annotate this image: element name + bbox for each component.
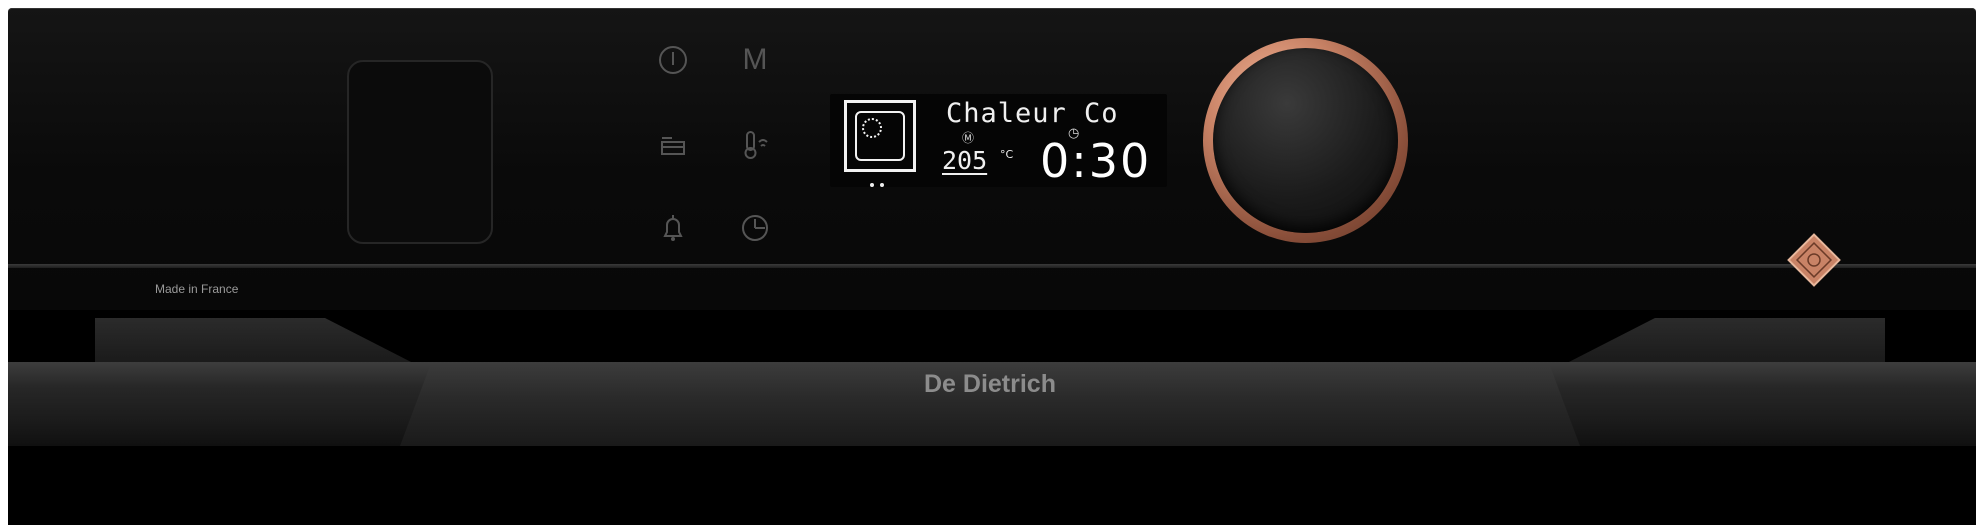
control-knob[interactable]: [1203, 38, 1408, 243]
timer-value: 0:30: [1040, 134, 1152, 188]
menu-m-icon[interactable]: M: [735, 40, 775, 80]
mode-text: Chaleur Co: [946, 98, 1119, 129]
wifi-sensor-pad: [347, 60, 493, 244]
knob-face: [1213, 48, 1398, 233]
tray-icon[interactable]: [653, 125, 693, 165]
temperature-value: 205: [942, 146, 988, 175]
bell-icon[interactable]: [653, 208, 693, 248]
brand-badge-icon: [1786, 232, 1842, 288]
mode-indicator-dots: [870, 174, 890, 187]
cooking-mode-icon: [844, 100, 916, 172]
temperature-unit: °C: [1000, 148, 1014, 161]
menu-m-label: M: [742, 43, 768, 76]
power-icon[interactable]: [653, 40, 693, 80]
clock-icon[interactable]: [735, 208, 775, 248]
m-indicator-icon: Ⓜ: [962, 131, 975, 145]
made-in-label: Made in France: [155, 282, 239, 296]
lcd-display: Chaleur Co Ⓜ ◷ 205 °C 0:30: [830, 94, 1167, 187]
thermometer-icon[interactable]: [735, 125, 775, 165]
brand-logo-text: De Dietrich: [924, 370, 1056, 398]
panel-divider: [8, 264, 1976, 268]
